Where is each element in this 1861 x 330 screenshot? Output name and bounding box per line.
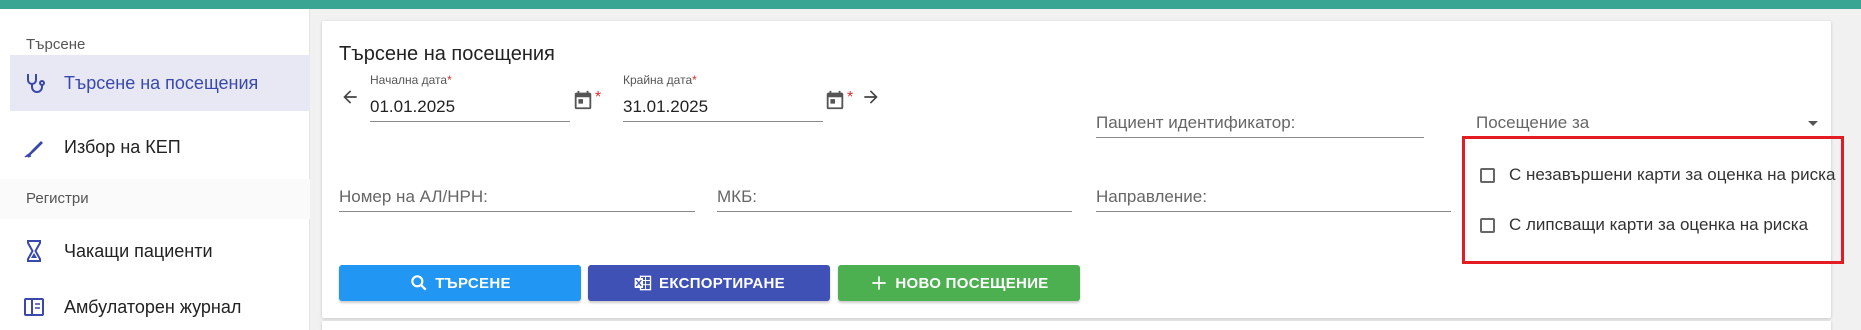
- sidebar-item-visit-search[interactable]: Търсене на посещения: [10, 55, 310, 111]
- export-button-label: ЕКСПОРТИРАНЕ: [659, 274, 785, 292]
- calendar-icon[interactable]: [572, 89, 594, 111]
- checkbox-icon[interactable]: [1480, 167, 1495, 183]
- missing-risk-cards-checkbox[interactable]: С липсващи карти за оценка на риска: [1480, 215, 1808, 235]
- chevron-down-icon: [1808, 121, 1818, 126]
- end-date-value[interactable]: 31.01.2025: [623, 97, 708, 117]
- referral-input[interactable]: Направление:: [1096, 167, 1451, 212]
- missing-risk-cards-label: С липсващи карти за оценка на риска: [1509, 215, 1809, 234]
- patient-identifier-placeholder: Пациент идентификатор:: [1096, 113, 1296, 132]
- new-visit-button-label: НОВО ПОСЕЩЕНИЕ: [895, 274, 1049, 292]
- sidebar-item-label: Амбулаторен журнал: [64, 296, 242, 317]
- visit-for-select[interactable]: Посещение за: [1476, 91, 1821, 138]
- results-card: [322, 321, 1831, 330]
- sidebar-item-label: Избор на КЕП: [64, 136, 181, 157]
- mkb-placeholder: МКБ:: [717, 187, 757, 206]
- sidebar: Търсене Търсене на посещения Избор на КЕ…: [0, 9, 310, 330]
- risk-cards-highlight-box: [1462, 136, 1844, 264]
- end-date-label: Крайна дата: [623, 73, 693, 87]
- required-mark: *: [847, 89, 854, 106]
- required-mark: *: [692, 73, 697, 87]
- previous-period-arrow-icon[interactable]: [339, 86, 361, 108]
- journal-book-icon: [20, 293, 48, 321]
- plus-icon: [869, 273, 889, 293]
- hourglass-icon: [20, 237, 48, 265]
- referral-placeholder: Направление:: [1096, 187, 1207, 206]
- search-button-label: ТЪРСЕНЕ: [435, 274, 511, 292]
- checkbox-icon[interactable]: [1480, 217, 1495, 233]
- stethoscope-icon: [20, 69, 48, 97]
- search-button[interactable]: ТЪРСЕНЕ: [339, 265, 581, 301]
- sidebar-section-registers: Регистри: [0, 179, 310, 219]
- sidebar-item-kep-select[interactable]: Избор на КЕП: [10, 119, 310, 175]
- start-date-label: Начална дата: [370, 73, 448, 87]
- al-nrn-input[interactable]: Номер на АЛ/НРН:: [339, 167, 695, 212]
- patient-identifier-input[interactable]: Пациент идентификатор:: [1096, 91, 1424, 138]
- required-mark: *: [595, 89, 602, 106]
- top-accent-bar: [0, 0, 1861, 9]
- al-nrn-placeholder: Номер на АЛ/НРН:: [339, 187, 488, 206]
- sidebar-item-label: Търсене на посещения: [64, 72, 259, 93]
- start-date-value[interactable]: 01.01.2025: [370, 97, 455, 117]
- sidebar-item-waiting-patients[interactable]: Чакащи пациенти: [10, 223, 310, 279]
- export-button[interactable]: ЕКСПОРТИРАНЕ: [588, 265, 830, 301]
- start-date-field[interactable]: Начална дата* 01.01.2025: [370, 73, 570, 137]
- sidebar-item-label: Чакащи пациенти: [64, 240, 213, 261]
- mkb-input[interactable]: МКБ:: [717, 167, 1072, 212]
- calendar-icon[interactable]: [824, 89, 846, 111]
- excel-icon: [633, 273, 653, 293]
- page-title: Търсене на посещения: [339, 43, 555, 65]
- incomplete-risk-cards-checkbox[interactable]: С незавършени карти за оценка на риска: [1480, 165, 1835, 185]
- end-date-field[interactable]: Крайна дата* 31.01.2025: [623, 73, 823, 137]
- visit-for-placeholder: Посещение за: [1476, 113, 1590, 132]
- new-visit-button[interactable]: НОВО ПОСЕЩЕНИЕ: [838, 265, 1080, 301]
- signature-pen-icon: [20, 133, 48, 161]
- search-icon: [409, 273, 429, 293]
- incomplete-risk-cards-label: С незавършени карти за оценка на риска: [1509, 165, 1836, 184]
- sidebar-item-outpatient-journal[interactable]: Амбулаторен журнал: [10, 279, 310, 330]
- next-period-arrow-icon[interactable]: [860, 86, 882, 108]
- required-mark: *: [447, 73, 452, 87]
